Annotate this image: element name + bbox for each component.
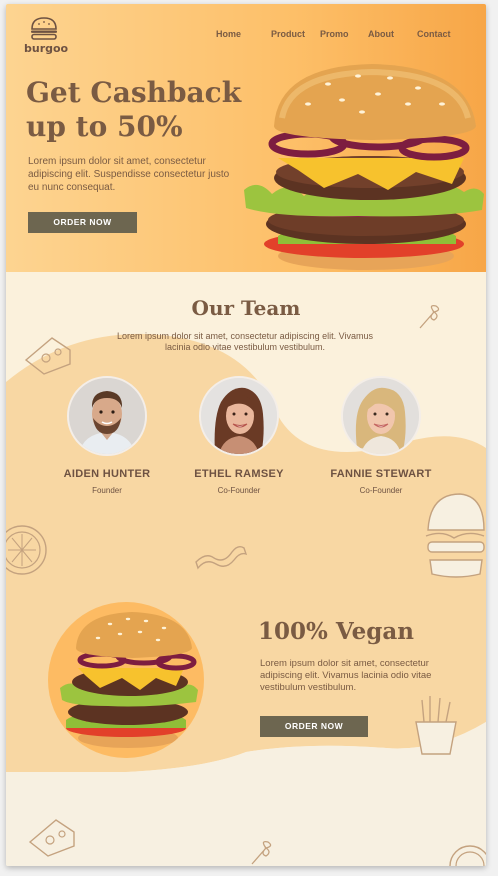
cheese-doodle-bottom-icon [28, 819, 75, 857]
vegan-burger-image [60, 612, 198, 748]
hero-description: Lorem ipsum dolor sit amet, consectetur … [28, 156, 230, 193]
nav-promo[interactable]: Promo [320, 29, 349, 39]
landing-page: burgoo Home Product Promo About Contact … [6, 4, 486, 866]
team-section-title: Our Team [191, 296, 301, 320]
woman-avatar-image [201, 378, 277, 454]
hero-title-line-1: Get Cashback [26, 76, 242, 109]
woman-avatar-image [343, 378, 419, 454]
parsley-doodle-bottom-icon [251, 840, 272, 865]
member-role: Founder [92, 486, 122, 495]
nav-home[interactable]: Home [216, 29, 241, 39]
team-member-card: AIDEN HUNTER Founder [42, 376, 172, 495]
member-role: Co-Founder [359, 486, 403, 495]
hero-burger-image [244, 64, 484, 270]
avatar [67, 376, 147, 456]
bacon-doodle-icon [195, 545, 248, 570]
burger-logo-icon [31, 17, 57, 40]
team-member-card: ETHEL RAMSEY Co-Founder [174, 376, 304, 495]
team-member-card: FANNIE STEWART Co-Founder [316, 376, 446, 495]
hero-section: burgoo Home Product Promo About Contact … [6, 4, 486, 272]
tomato-slice-doodle-icon [6, 525, 47, 575]
vegan-description: Lorem ipsum dolor sit amet, consectetur … [260, 658, 432, 693]
nav-contact[interactable]: Contact [417, 29, 451, 39]
member-name: FANNIE STEWART [330, 468, 432, 480]
logo[interactable]: burgoo [24, 16, 69, 56]
hero-order-now-button[interactable]: ORDER NOW [28, 212, 137, 233]
avatar [341, 376, 421, 456]
member-name: AIDEN HUNTER [63, 468, 151, 480]
hero-title: Get Cashback up to 50% [26, 76, 266, 144]
vegan-order-now-button[interactable]: ORDER NOW [260, 716, 368, 737]
man-avatar-image [69, 378, 145, 454]
hero-title-line-2: up to 50% [26, 110, 183, 143]
vegan-burger-circle [48, 602, 204, 758]
fries-doodle-icon [415, 696, 457, 755]
nav-product[interactable]: Product [271, 29, 305, 39]
burger-doodle-icon [425, 493, 485, 578]
cheese-doodle-icon [24, 337, 71, 375]
team-description: Lorem ipsum dolor sit amet, consectetur … [117, 331, 373, 352]
tomato-slice-doodle-bottom-icon [449, 845, 486, 866]
member-role: Co-Founder [217, 486, 261, 495]
vegan-title: 100% Vegan [258, 618, 414, 645]
logo-text: burgoo [24, 42, 69, 55]
nav-about[interactable]: About [368, 29, 394, 39]
avatar [199, 376, 279, 456]
member-name: ETHEL RAMSEY [194, 468, 284, 480]
